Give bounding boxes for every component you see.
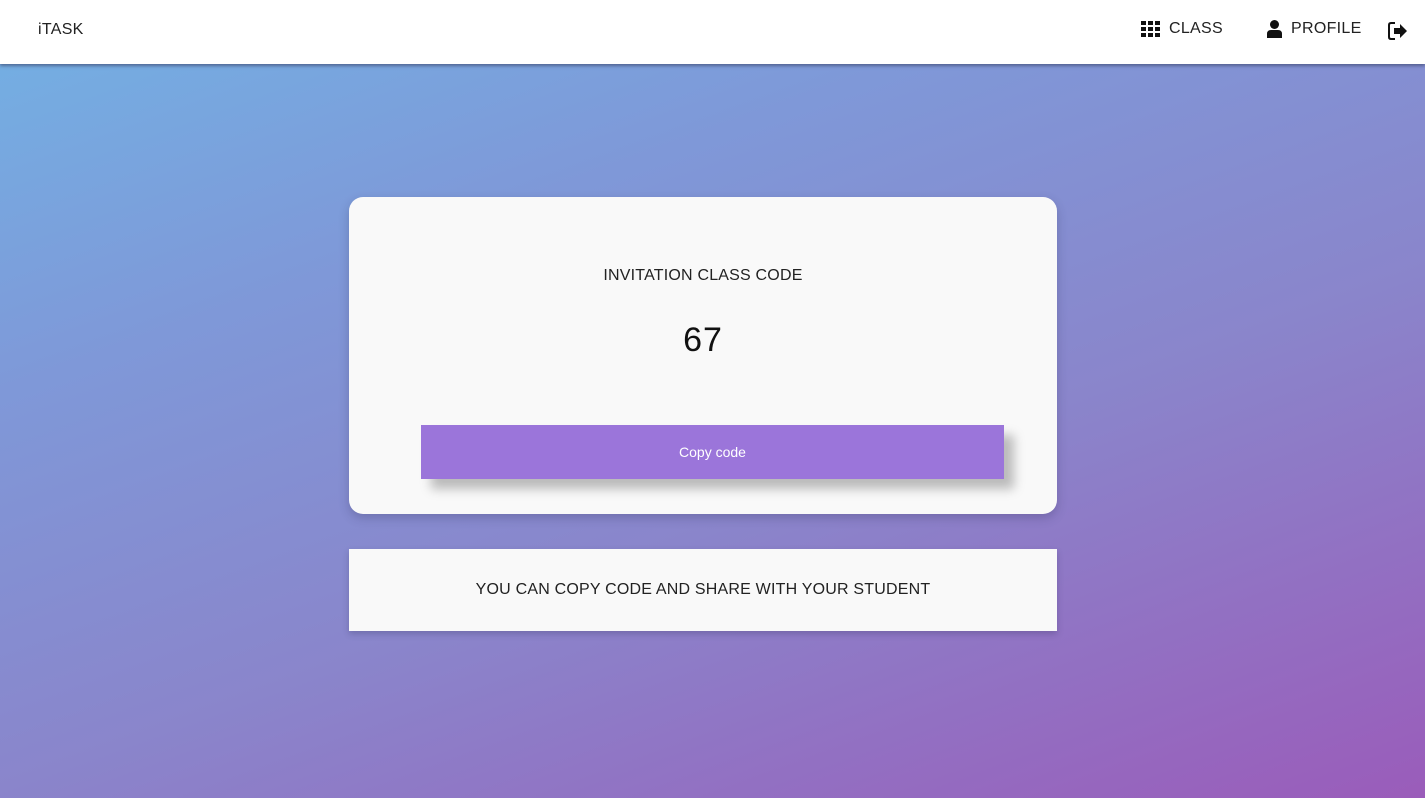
share-note-text: YOU CAN COPY CODE AND SHARE WITH YOUR ST… [475,581,931,598]
top-navbar: iTASK CLASS PROFILE [0,0,1425,64]
nav-profile-link[interactable]: PROFILE [1267,20,1362,38]
sign-out-icon [1388,22,1408,45]
user-icon [1267,20,1282,38]
invitation-card: INVITATION CLASS CODE 67 Copy code [349,197,1057,514]
class-code: 67 [683,321,723,359]
invitation-title: INVITATION CLASS CODE [603,267,803,284]
logout-button[interactable] [1388,22,1408,45]
nav-profile-label: PROFILE [1291,20,1362,37]
grid-icon [1141,21,1160,37]
nav-class-label: CLASS [1169,20,1223,37]
share-note: YOU CAN COPY CODE AND SHARE WITH YOUR ST… [349,549,1057,631]
brand-link[interactable]: iTASK [38,21,84,39]
nav-class-link[interactable]: CLASS [1141,20,1223,38]
copy-code-button[interactable]: Copy code [421,425,1004,479]
